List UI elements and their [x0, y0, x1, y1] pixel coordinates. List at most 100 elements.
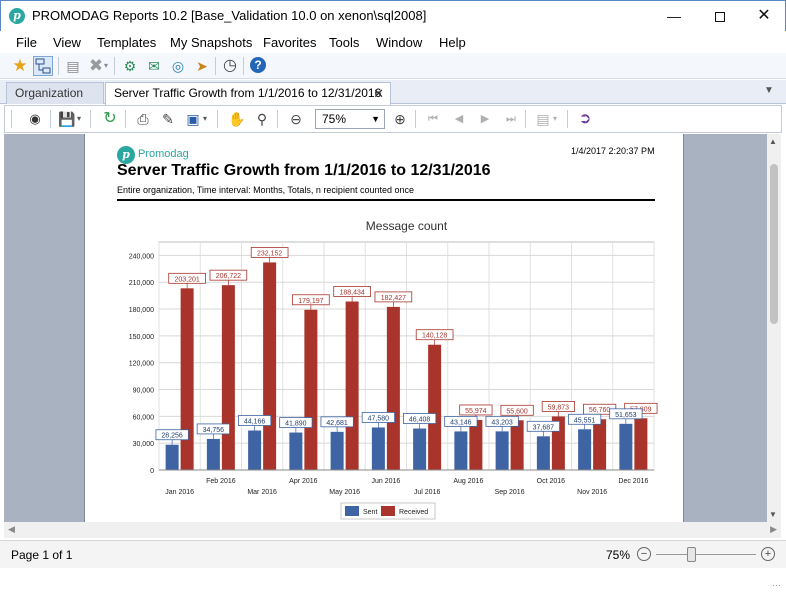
x-tick-label: Mar 2016	[247, 489, 277, 496]
tab-organization-label: Organization	[15, 86, 84, 100]
save-icon[interactable]: 💾	[57, 109, 77, 129]
multi-page-icon[interactable]: ▤	[533, 109, 553, 129]
x-tick-label: Sep 2016	[495, 489, 525, 496]
data-label-received: 188,434	[339, 290, 364, 297]
x-tick-label: Dec 2016	[618, 478, 648, 485]
export-report-icon[interactable]: ➤	[192, 56, 212, 76]
find-binoculars-icon[interactable]: ◉	[25, 109, 45, 129]
data-label-received: 179,197	[298, 298, 323, 305]
page-layout-icon[interactable]: ▣	[183, 109, 203, 129]
page-indicator: Page 1 of 1	[11, 548, 73, 562]
data-label-sent: 37,687	[533, 424, 555, 431]
menu-favorites[interactable]: Favorites	[263, 35, 316, 50]
page-layout-dropdown-icon[interactable]: ▾	[201, 109, 209, 129]
bar-received	[510, 420, 524, 470]
scroll-up-icon[interactable]: ▲	[769, 137, 777, 146]
y-tick-label: 90,000	[133, 388, 155, 395]
zoom-select[interactable]: 75% ▼	[315, 109, 385, 129]
close-window-button[interactable]: ✕	[741, 1, 786, 31]
data-label-received: 140,128	[422, 333, 447, 340]
last-page-icon[interactable]: ⏭	[501, 109, 521, 129]
bar-received	[386, 306, 400, 470]
scroll-down-icon[interactable]: ▼	[769, 510, 777, 519]
first-page-icon[interactable]: ⏮	[423, 109, 443, 129]
report-page: p Promodag 1/4/2017 2:20:37 PM Server Tr…	[84, 134, 684, 522]
legend-swatch-sent	[345, 506, 359, 516]
chart-title: Message count	[366, 219, 448, 233]
data-label-sent: 47,580	[368, 415, 390, 422]
print-icon[interactable]: ⎙	[133, 109, 153, 129]
x-tick-label: Feb 2016	[206, 478, 236, 485]
data-label-received: 182,427	[381, 295, 406, 302]
bar-sent	[536, 436, 550, 470]
tab-list-dropdown-icon[interactable]: ▼	[764, 85, 774, 96]
menu-tools[interactable]: Tools	[329, 35, 359, 50]
y-tick-label: 0	[150, 468, 154, 475]
svg-text:?: ?	[254, 58, 261, 72]
zoom-select-value: 75%	[322, 112, 347, 126]
minimize-button[interactable]: —	[651, 1, 697, 31]
zoom-in-icon[interactable]: ⊕	[390, 109, 410, 129]
zoom-out-button[interactable]: −	[637, 547, 651, 561]
favorite-star-icon[interactable]: ★	[10, 56, 30, 76]
tab-organization[interactable]: Organization	[6, 82, 104, 104]
bar-received	[263, 262, 277, 470]
exit-preview-icon[interactable]: ➲	[575, 109, 595, 129]
previous-page-icon[interactable]: ◀	[449, 109, 469, 129]
data-label-received: 59,873	[548, 404, 570, 411]
next-page-icon[interactable]: ▶	[475, 109, 495, 129]
maximize-button[interactable]	[697, 1, 743, 31]
bar-sent	[206, 438, 220, 470]
bar-received	[345, 301, 359, 470]
data-label-received: 55,974	[465, 408, 487, 415]
menu-view[interactable]: View	[53, 35, 81, 50]
zoom-slider-thumb[interactable]	[687, 547, 696, 562]
bar-sent	[413, 428, 427, 470]
list-view-icon[interactable]: ▤	[63, 56, 83, 76]
horizontal-scrollbar[interactable]: ◀ ▶	[4, 522, 781, 538]
data-label-sent: 34,756	[203, 427, 225, 434]
status-zoom-value: 75%	[606, 548, 631, 562]
menu-file[interactable]: File	[16, 35, 37, 50]
zoom-slider-track[interactable]	[656, 554, 756, 555]
multi-page-dropdown-icon[interactable]: ▾	[551, 109, 559, 129]
menu-help[interactable]: Help	[439, 35, 466, 50]
vertical-scroll-thumb[interactable]	[770, 164, 778, 324]
y-tick-label: 150,000	[129, 334, 154, 341]
data-label-received: 232,152	[257, 250, 282, 257]
delete-dropdown-icon[interactable]: ▾	[102, 56, 110, 76]
window-title: PROMODAG Reports 10.2 [Base_Validation 1…	[32, 8, 427, 23]
bar-sent	[454, 431, 468, 470]
y-tick-label: 240,000	[129, 253, 154, 260]
zoom-in-button[interactable]: +	[761, 547, 775, 561]
scroll-left-icon[interactable]: ◀	[8, 524, 15, 535]
app-icon: p	[9, 8, 25, 24]
tree-view-icon[interactable]	[33, 56, 53, 76]
tab-server-traffic-growth[interactable]: Server Traffic Growth from 1/1/2016 to 1…	[105, 82, 391, 105]
run-report-icon[interactable]: ⚙	[120, 56, 140, 76]
main-toolbar: ★ ▤ ✖ ▾ ⚙ ✉ ◎ ➤ ◷ ?	[0, 53, 786, 79]
pan-hand-icon[interactable]: ✋	[227, 109, 247, 129]
scroll-right-icon[interactable]: ▶	[770, 524, 777, 535]
report-viewer[interactable]: p Promodag 1/4/2017 2:20:37 PM Server Tr…	[4, 134, 768, 522]
menu-my-snapshots[interactable]: My Snapshots	[170, 35, 252, 50]
help-icon[interactable]: ?	[248, 56, 268, 76]
page-setup-icon[interactable]: ✎	[158, 109, 178, 129]
bar-sent	[165, 444, 179, 470]
menu-templates[interactable]: Templates	[97, 35, 156, 50]
schedule-clock-icon[interactable]: ◷	[220, 56, 240, 76]
refresh-icon[interactable]: ↻	[100, 109, 120, 129]
bar-received	[469, 419, 483, 470]
magnifier-icon[interactable]: ⚲	[252, 109, 272, 129]
save-dropdown-icon[interactable]: ▾	[75, 109, 83, 129]
resize-grip-icon[interactable]: ⋯	[772, 580, 781, 591]
x-tick-label: Apr 2016	[289, 478, 318, 485]
web-report-icon[interactable]: ◎	[168, 56, 188, 76]
data-label-sent: 43,146	[450, 419, 472, 426]
menu-window[interactable]: Window	[376, 35, 422, 50]
vertical-scrollbar[interactable]: ▲ ▼	[767, 134, 781, 522]
email-report-icon[interactable]: ✉	[144, 56, 164, 76]
close-tab-icon[interactable]: ✕	[373, 83, 384, 104]
bar-received	[221, 285, 235, 470]
zoom-out-icon[interactable]: ⊖	[286, 109, 306, 129]
